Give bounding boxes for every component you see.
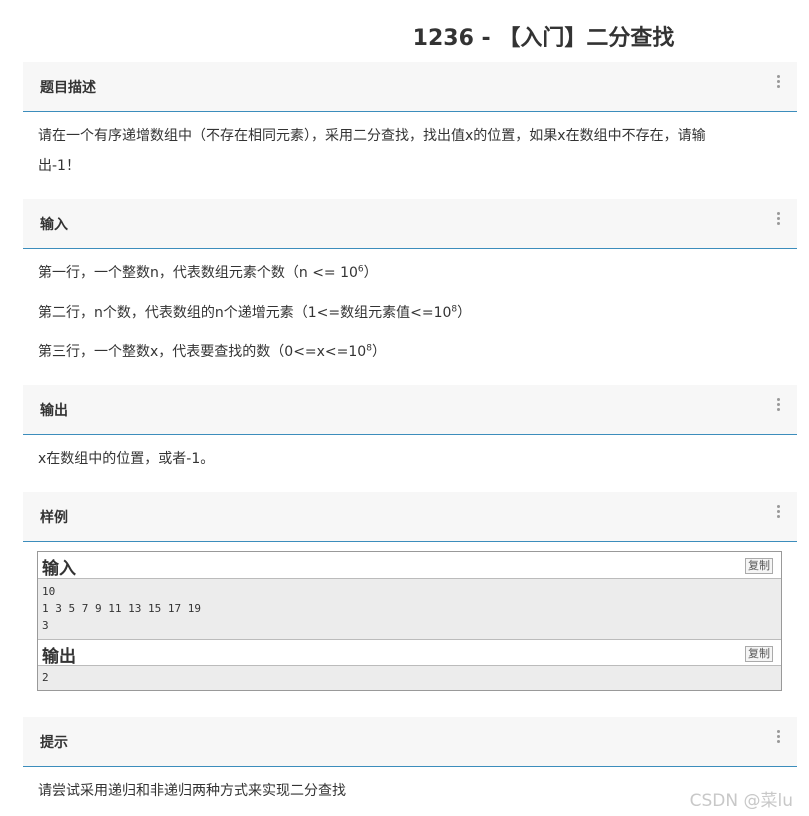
sample-menu-icon[interactable] [777, 505, 780, 525]
output-text: x在数组中的位置，或者-1。 [38, 451, 215, 467]
sample-input-body: 10 1 3 5 7 9 11 13 15 17 19 3 [38, 579, 781, 639]
sample-output-title: 输出 [42, 647, 76, 667]
input-header: 输入 [23, 199, 797, 249]
input-line2-text: 第二行，n个数，代表数组的n个递增元素（1<=数组元素值<=10 [38, 305, 452, 321]
input-label: 输入 [40, 217, 68, 233]
hint-text: 请尝试采用递归和非递归两种方式来实现二分查找 [38, 783, 346, 799]
input-line3-end: ） [371, 344, 386, 360]
hint-header: 提示 [23, 717, 797, 767]
page-title: 1236 - 【入门】二分查找 [412, 26, 675, 51]
sample-input-head: 输入 复制 [38, 552, 781, 579]
output-label: 输出 [40, 403, 68, 419]
hint-menu-icon[interactable] [777, 730, 780, 750]
input-line3: 第三行，一个整数x，代表要查找的数（0<=x<=108） [38, 342, 386, 362]
description-text-line2: 出-1！ [38, 158, 80, 174]
sample-output-line: 2 [42, 671, 49, 684]
sample-input-line: 10 [42, 585, 56, 598]
output-header: 输出 [23, 385, 797, 435]
input-line3-text: 第三行，一个整数x，代表要查找的数（0<=x<=10 [38, 344, 367, 360]
output-menu-icon[interactable] [777, 398, 780, 418]
sample-output-body: 2 [38, 666, 781, 690]
description-text-line1: 请在一个有序递增数组中（不存在相同元素），采用二分查找，找出值x的位置，如果x在… [38, 128, 706, 144]
input-line2: 第二行，n个数，代表数组的n个递增元素（1<=数组元素值<=108） [38, 303, 471, 323]
input-line1-end: ） [363, 265, 378, 281]
copy-input-button[interactable]: 复制 [745, 558, 773, 574]
sample-label: 样例 [40, 510, 68, 526]
sample-input-title: 输入 [42, 559, 76, 579]
sample-output-head: 输出 复制 [38, 639, 781, 667]
sample-input-line: 1 3 5 7 9 11 13 15 17 19 [42, 602, 201, 615]
copy-output-button[interactable]: 复制 [745, 646, 773, 662]
input-menu-icon[interactable] [777, 212, 780, 232]
input-line1: 第一行，一个整数n，代表数组元素个数（n <= 106） [38, 263, 378, 283]
description-label: 题目描述 [40, 80, 96, 96]
watermark: CSDN @菜lu [689, 791, 793, 811]
description-header: 题目描述 [23, 62, 797, 112]
input-line1-text: 第一行，一个整数n，代表数组元素个数（n <= 10 [38, 265, 358, 281]
input-line2-end: ） [457, 305, 472, 321]
sample-box: 输入 复制 10 1 3 5 7 9 11 13 15 17 19 3 输出 复… [37, 551, 782, 691]
sample-input-line: 3 [42, 619, 49, 632]
description-menu-icon[interactable] [777, 75, 780, 95]
hint-label: 提示 [40, 735, 68, 751]
sample-header: 样例 [23, 492, 797, 542]
